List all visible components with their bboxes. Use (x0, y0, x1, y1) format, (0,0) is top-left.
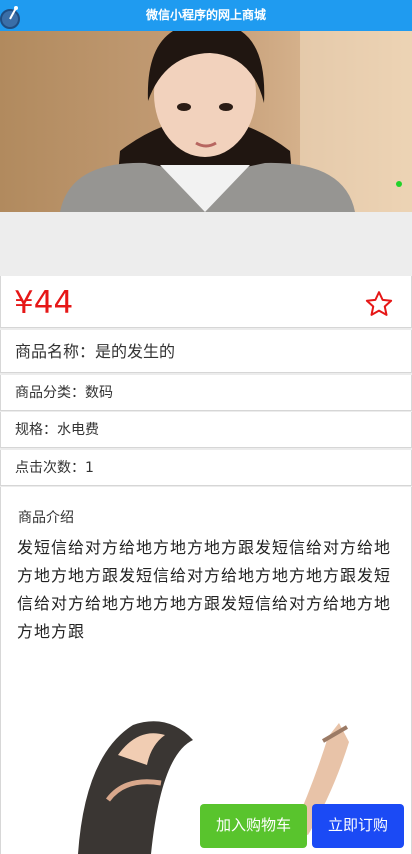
product-photo (0, 31, 412, 212)
description-text: 发短信给对方给地方地方地方跟发短信给对方给地方地方地方跟发短信给对方给地方地方地… (17, 538, 392, 641)
app-header: 微信小程序的网上商城 (0, 0, 412, 31)
product-image-carousel[interactable] (0, 31, 412, 212)
price-row: ¥44 (0, 276, 412, 328)
product-detail-page: 微信小程序的网上商城 ¥44 商品名称：是的发生的 商品分类：数码 规格：水电费… (0, 0, 412, 854)
image-spacer (0, 212, 412, 276)
product-category-row: 商品分类：数码 (0, 375, 412, 411)
add-to-cart-button[interactable]: 加入购物车 (200, 804, 307, 848)
product-description: 商品介绍 发短信给对方给地方地方地方跟发短信给对方给地方地方地方跟发短信给对方给… (0, 487, 412, 854)
product-spec: 规格：水电费 (15, 422, 99, 438)
carousel-indicator-dot[interactable] (396, 181, 402, 187)
product-name: 商品名称：是的发生的 (15, 342, 176, 361)
product-spec-row: 规格：水电费 (0, 412, 412, 448)
app-logo-icon (0, 6, 20, 29)
product-clicks-row: 点击次数：1 (0, 450, 412, 486)
product-click-count: 点击次数：1 (15, 460, 94, 476)
product-category: 商品分类：数码 (15, 385, 113, 401)
description-title: 商品介绍 (18, 510, 74, 526)
buy-now-button[interactable]: 立即订购 (312, 804, 404, 848)
product-price: ¥44 (14, 285, 74, 321)
favorite-star-icon[interactable] (364, 289, 394, 319)
app-title: 微信小程序的网上商城 (145, 8, 266, 22)
product-name-row: 商品名称：是的发生的 (0, 330, 412, 373)
